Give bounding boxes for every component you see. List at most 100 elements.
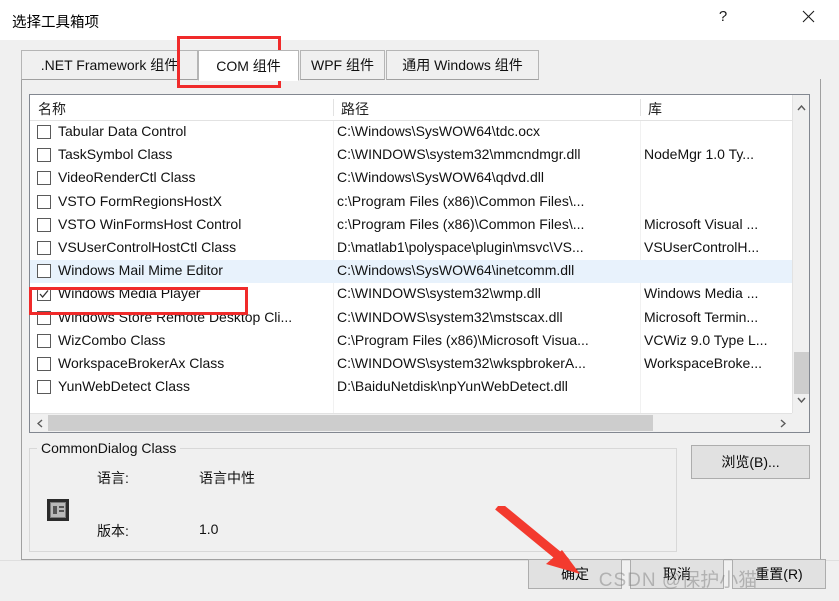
scroll-up-button[interactable] [793, 99, 809, 116]
checkbox-unchecked[interactable] [37, 171, 51, 186]
cell-path: C:\WINDOWS\system32\mstscax.dll [337, 308, 563, 325]
cell-library: NodeMgr 1.0 Ty... [644, 146, 754, 163]
cell-path: D:\matlab1\polyspace\plugin\msvc\VS... [337, 238, 584, 255]
version-label: 版本: [97, 523, 129, 539]
scroll-down-button[interactable] [793, 391, 809, 408]
cell-name: VSTO FormRegionsHostX [58, 192, 222, 209]
cell-name: YunWebDetect Class [58, 378, 191, 395]
cell-name: WizCombo Class [58, 331, 166, 348]
tab-label: WPF 组件 [311, 57, 374, 73]
chevron-left-icon [36, 418, 42, 428]
chevron-right-icon [780, 418, 786, 428]
scroll-left-button[interactable] [31, 414, 48, 432]
table-row[interactable]: VSTO FormRegionsHostX c:\Program Files (x… [30, 191, 809, 214]
chevron-down-icon [797, 397, 806, 403]
cell-path: C:\Program Files (x86)\Microsoft Visua..… [337, 331, 589, 348]
tab-universal-windows-components[interactable]: 通用 Windows 组件 [386, 50, 539, 80]
question-mark-icon: ? [718, 7, 728, 25]
reset-button-label: 重置(R) [755, 566, 803, 582]
ok-button-label: 确定 [561, 566, 589, 582]
cell-name: Tabular Data Control [58, 123, 187, 139]
cancel-button[interactable]: 取消 [630, 559, 724, 589]
component-details-title: CommonDialog Class [37, 440, 181, 456]
cancel-button-label: 取消 [663, 566, 691, 582]
table-row[interactable]: Tabular Data Control C:\Windows\SysWOW64\… [30, 121, 809, 144]
cell-library: VSUserControlH... [644, 238, 760, 255]
table-row[interactable]: VSTO WinFormsHost Control c:\Program File… [30, 214, 809, 237]
checkbox-unchecked[interactable] [37, 310, 51, 325]
scrollbar-corner [792, 413, 809, 432]
help-button[interactable]: ? [700, 0, 746, 32]
cell-path: c:\Program Files (x86)\Common Files\... [337, 192, 585, 209]
tab-label: 通用 Windows 组件 [402, 57, 523, 73]
components-list[interactable]: 名称 路径 库 Tabular Data Control C:\Windows\S… [29, 94, 810, 433]
column-header-library[interactable]: 库 [648, 99, 662, 119]
cell-name: WorkspaceBrokerAx Class [58, 354, 225, 371]
browse-button-label: 浏览(B)... [721, 454, 780, 470]
table-row[interactable]: Windows Media Player C:\WINDOWS\system32\… [30, 283, 809, 306]
table-row[interactable]: WorkspaceBrokerAx Class C:\WINDOWS\system… [30, 353, 809, 376]
title-bar: 选择工具箱项 ? [0, 0, 839, 40]
checkbox-checked[interactable] [37, 287, 51, 302]
close-button[interactable] [785, 0, 831, 32]
vertical-scrollbar[interactable] [792, 95, 809, 432]
table-row[interactable]: YunWebDetect Class D:\BaiduNetdisk\npYunW… [30, 376, 809, 399]
tab-label: .NET Framework 组件 [40, 57, 179, 73]
horizontal-scroll-thumb[interactable] [48, 415, 653, 431]
list-rows: Tabular Data Control C:\Windows\SysWOW64\… [30, 121, 809, 399]
language-label: 语言: [97, 470, 129, 486]
horizontal-scrollbar[interactable] [30, 413, 809, 432]
list-header: 名称 路径 库 [30, 95, 809, 121]
table-row[interactable]: WizCombo Class C:\Program Files (x86)\Mic… [30, 330, 809, 353]
table-row[interactable]: Windows Mail Mime Editor C:\Windows\SysWO… [30, 260, 809, 284]
cell-path: D:\BaiduNetdisk\npYunWebDetect.dll [337, 378, 568, 395]
cell-path: C:\WINDOWS\system32\wmp.dll [337, 285, 541, 302]
cell-path: C:\Windows\SysWOW64\inetcomm.dll [337, 262, 575, 279]
column-header-path[interactable]: 路径 [341, 99, 369, 119]
column-header-name[interactable]: 名称 [38, 99, 66, 119]
checkbox-unchecked[interactable] [37, 148, 51, 163]
cell-path: C:\Windows\SysWOW64\tdc.ocx [337, 123, 541, 139]
tab-strip: .NET Framework 组件 COM 组件 WPF 组件 通用 Windo… [21, 50, 821, 81]
tab-label: COM 组件 [216, 57, 281, 74]
checkbox-unchecked[interactable] [37, 264, 51, 279]
tab-dotnet-framework[interactable]: .NET Framework 组件 [21, 50, 198, 80]
cell-path: C:\WINDOWS\system32\mmcndmgr.dll [337, 146, 581, 163]
reset-button[interactable]: 重置(R) [732, 559, 826, 589]
cell-library: Windows Media ... [644, 285, 759, 302]
select-toolbox-items-dialog: 选择工具箱项 ? .NET Framework 组件 COM 组件 WPF 组件… [0, 0, 839, 601]
checkbox-unchecked[interactable] [37, 125, 51, 139]
table-row[interactable]: VideoRenderCtl Class C:\Windows\SysWOW64\… [30, 167, 809, 190]
checkbox-unchecked[interactable] [37, 217, 51, 232]
checkbox-unchecked[interactable] [37, 240, 51, 255]
checkbox-unchecked[interactable] [37, 380, 51, 395]
column-divider[interactable] [640, 99, 641, 116]
cell-path: c:\Program Files (x86)\Common Files\... [337, 215, 585, 232]
cell-path: C:\Windows\SysWOW64\qdvd.dll [337, 169, 544, 186]
ok-button[interactable]: 确定 [528, 559, 622, 589]
tab-wpf-components[interactable]: WPF 组件 [300, 50, 385, 80]
cell-library: Microsoft Termin... [644, 308, 759, 325]
table-row[interactable]: Windows Store Remote Desktop Cli... C:\WI… [30, 307, 809, 330]
window-title: 选择工具箱项 [12, 15, 99, 31]
table-row[interactable]: TaskSymbol Class C:\WINDOWS\system32\mmcn… [30, 144, 809, 167]
cell-library: VCWiz 9.0 Type L... [644, 331, 768, 348]
checkbox-unchecked[interactable] [37, 194, 51, 209]
scroll-right-button[interactable] [774, 414, 791, 432]
checkbox-unchecked[interactable] [37, 356, 51, 371]
check-icon [39, 290, 49, 299]
tab-com-components[interactable]: COM 组件 [198, 50, 299, 81]
chevron-up-icon [797, 104, 806, 110]
cell-name: VSUserControlHostCtl Class [58, 238, 237, 255]
browse-button[interactable]: 浏览(B)... [691, 445, 810, 479]
version-value: 1.0 [199, 521, 219, 537]
cell-name: TaskSymbol Class [58, 146, 173, 163]
cell-path: C:\WINDOWS\system32\wkspbrokerA... [337, 354, 586, 371]
cell-library: WorkspaceBroke... [644, 354, 763, 371]
column-divider[interactable] [333, 99, 334, 116]
language-value: 语言中性 [199, 470, 255, 486]
table-row[interactable]: VSUserControlHostCtl Class D:\matlab1\pol… [30, 237, 809, 260]
vertical-scroll-thumb[interactable] [794, 352, 809, 394]
checkbox-unchecked[interactable] [37, 333, 51, 348]
cell-name: Windows Media Player [58, 285, 201, 302]
